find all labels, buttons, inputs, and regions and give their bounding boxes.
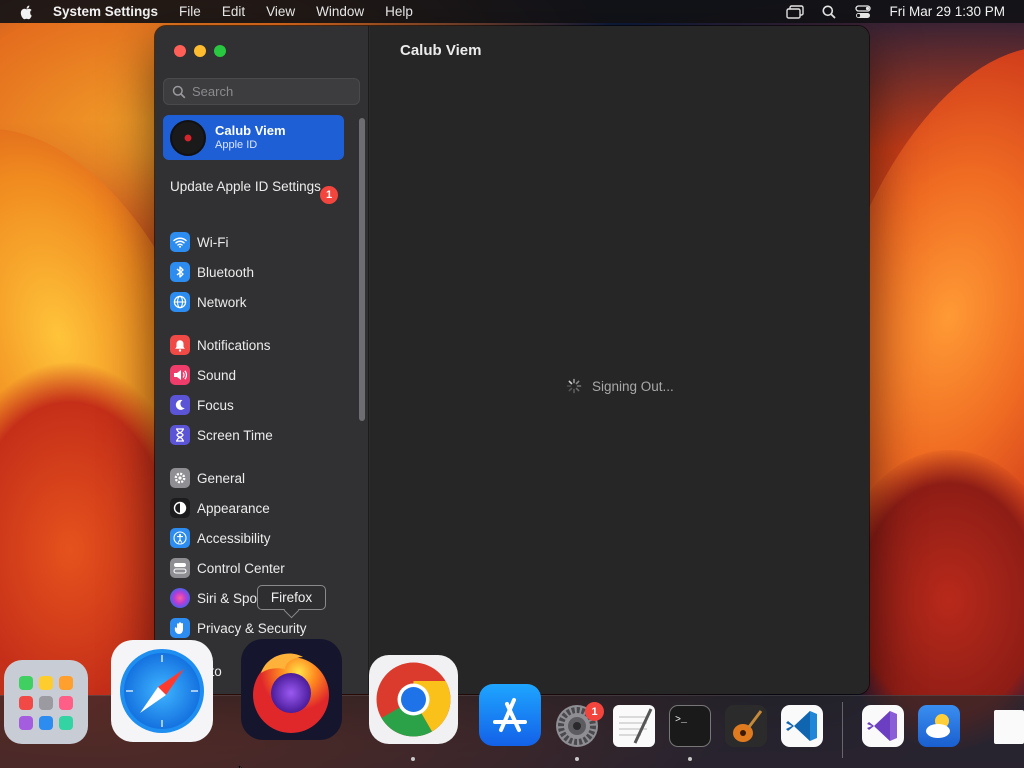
- sidebar-item-accessibility[interactable]: Accessibility: [170, 527, 271, 549]
- page-title: Calub Viem: [400, 42, 482, 59]
- sidebar-item-label: Sound: [197, 367, 237, 383]
- menu-edit[interactable]: Edit: [222, 4, 245, 19]
- menu-clock[interactable]: Fri Mar 29 1:30 PM: [889, 4, 1005, 19]
- sidebar-item-notifications[interactable]: Notifications: [170, 334, 271, 356]
- sidebar-item-label: Network: [197, 294, 247, 310]
- sidebar-item-sound[interactable]: Sound: [170, 364, 236, 386]
- sidebar-item-label: General: [197, 470, 246, 486]
- sidebar-item-focus[interactable]: Focus: [170, 394, 234, 416]
- sidebar-item-label: Control Center: [197, 560, 285, 576]
- running-indicator: [688, 757, 692, 761]
- wifi-icon: [170, 232, 190, 252]
- sidebar-item-apple-id[interactable]: Calub Viem Apple ID: [163, 115, 344, 160]
- dock-tooltip: Firefox: [257, 585, 326, 610]
- control-center-icon: [170, 558, 190, 578]
- bell-icon: [170, 335, 190, 355]
- dock-app-document[interactable]: [994, 710, 1024, 744]
- sidebar-item-label: Bluetooth: [197, 264, 255, 280]
- sidebar-item-label: Accessibility: [197, 530, 271, 546]
- close-button[interactable]: [174, 45, 186, 57]
- sidebar-item-label: Screen Time: [197, 427, 273, 443]
- sidebar-item-bluetooth[interactable]: Bluetooth: [170, 261, 254, 283]
- sidebar-item-label: Appearance: [197, 500, 270, 516]
- control-center-icon[interactable]: [853, 4, 873, 20]
- window-controls: [174, 45, 226, 57]
- sidebar-item-siri-spotlight[interactable]: Siri & Spo: [170, 587, 257, 609]
- globe-icon: [170, 292, 190, 312]
- zoom-button[interactable]: [214, 45, 226, 57]
- dock-app-firefox[interactable]: [241, 639, 342, 740]
- sidebar-item-label: Focus: [197, 397, 234, 413]
- sidebar-item-wifi[interactable]: Wi-Fi: [170, 231, 228, 253]
- speaker-icon: [170, 365, 190, 385]
- sidebar-item-control-center[interactable]: Control Center: [170, 557, 285, 579]
- svg-text:>_: >_: [675, 715, 688, 726]
- apple-logo-icon[interactable]: [19, 4, 35, 20]
- menu-file[interactable]: File: [179, 4, 201, 19]
- hourglass-icon: [170, 425, 190, 445]
- avatar: [170, 119, 206, 156]
- sidebar-item-general[interactable]: General: [170, 467, 245, 489]
- running-indicator: [411, 757, 415, 761]
- menu-app-name[interactable]: System Settings: [53, 4, 158, 19]
- sidebar-item-appearance[interactable]: Appearance: [170, 497, 270, 519]
- search-input[interactable]: [192, 84, 352, 99]
- siri-icon: [170, 588, 190, 608]
- dock-app-chrome[interactable]: [369, 655, 458, 744]
- sidebar-item-label: Privacy & Security: [197, 620, 307, 636]
- dock-app-weather[interactable]: [918, 705, 960, 747]
- dock-app-safari[interactable]: [111, 640, 213, 742]
- mouse-cursor: [238, 760, 246, 768]
- apple-id-subtitle: Apple ID: [215, 139, 258, 151]
- minimize-button[interactable]: [194, 45, 206, 57]
- bluetooth-icon: [170, 262, 190, 282]
- search-field[interactable]: [163, 78, 360, 105]
- sidebar-item-network[interactable]: Network: [170, 291, 247, 313]
- hand-icon: [170, 618, 190, 638]
- dock-app-launchpad[interactable]: [4, 660, 88, 744]
- dock-app-visual-studio[interactable]: [862, 705, 904, 747]
- apple-id-name: Calub Viem: [215, 123, 286, 138]
- appearance-icon: [170, 498, 190, 518]
- moon-icon: [170, 395, 190, 415]
- dock-app-vscode[interactable]: [781, 705, 823, 747]
- gear-icon: [170, 468, 190, 488]
- screen-mirroring-icon[interactable]: [785, 4, 805, 20]
- menu-bar: System Settings File Edit View Window He…: [0, 0, 1024, 23]
- dock-app-garageband[interactable]: [725, 705, 767, 747]
- sidebar-item-screen-time[interactable]: Screen Time: [170, 424, 273, 446]
- sidebar-item-label: Notifications: [197, 337, 271, 353]
- signing-out-status: Signing Out...: [566, 378, 674, 394]
- menu-help[interactable]: Help: [385, 4, 413, 19]
- spotlight-search-icon[interactable]: [819, 4, 839, 20]
- notification-badge: 1: [320, 186, 338, 204]
- dock-separator: [842, 702, 843, 758]
- content-pane: Calub Viem Signing Out...: [370, 26, 869, 694]
- menu-view[interactable]: View: [266, 4, 295, 19]
- dock-app-textedit[interactable]: [613, 705, 655, 747]
- search-icon: [172, 85, 186, 99]
- sidebar-item-privacy-security[interactable]: Privacy & Security: [170, 617, 307, 639]
- sidebar-scrollbar[interactable]: [359, 118, 365, 421]
- status-text: Signing Out...: [592, 378, 674, 394]
- settings-badge: 1: [585, 702, 604, 721]
- dock-app-app-store[interactable]: [479, 684, 541, 746]
- accessibility-icon: [170, 528, 190, 548]
- menu-window[interactable]: Window: [316, 4, 364, 19]
- dock-app-terminal[interactable]: >_: [669, 705, 711, 747]
- spinner-icon: [566, 378, 582, 394]
- sidebar-item-label: Wi-Fi: [197, 234, 229, 250]
- running-indicator: [575, 757, 579, 761]
- sidebar-item-label: Siri & Spo: [197, 590, 258, 606]
